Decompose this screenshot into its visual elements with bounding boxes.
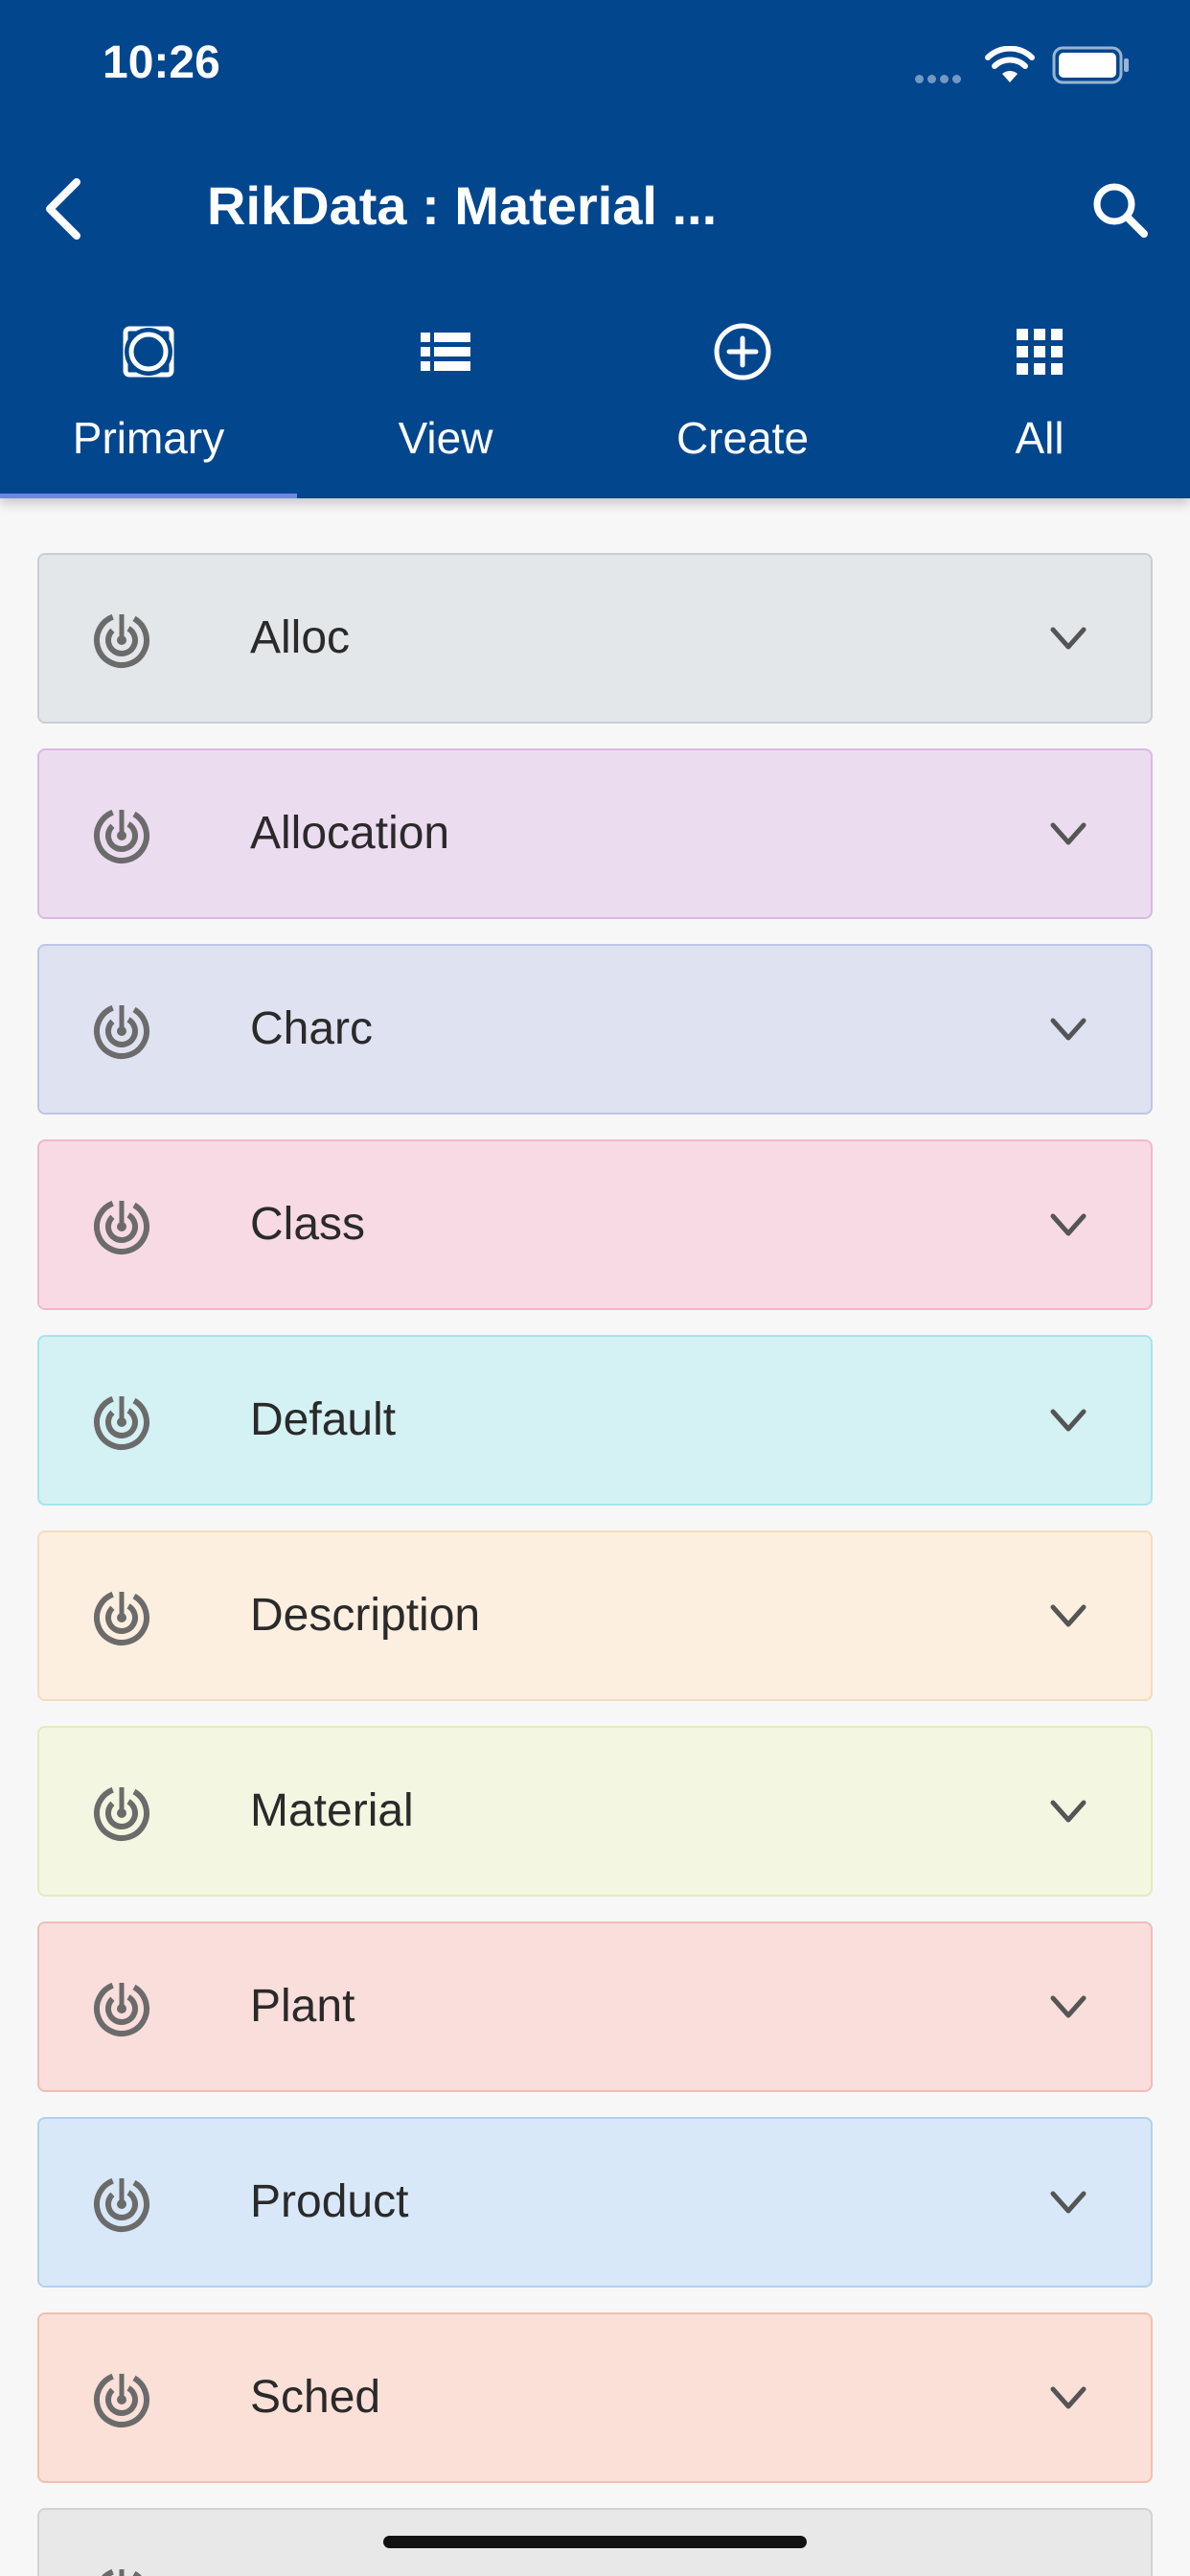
- accordion-section[interactable]: Default: [37, 1335, 1153, 1506]
- selected-tab-indicator: [0, 494, 297, 498]
- accordion-section[interactable]: Alloc: [37, 553, 1153, 724]
- chevron-down-icon: [1050, 1213, 1087, 1236]
- radar-icon: [94, 1981, 149, 2036]
- search-button[interactable]: [1083, 172, 1159, 249]
- grid-icon: [1017, 329, 1063, 375]
- chevron-down-icon: [1050, 1409, 1087, 1432]
- section-label: Plant: [250, 1981, 355, 2032]
- cellular-signal-icon: [915, 71, 965, 88]
- section-label: Sched: [250, 2372, 381, 2423]
- section-label: Default: [250, 1394, 397, 1445]
- title-row: RikData : Material ...: [0, 144, 1190, 273]
- tab-view[interactable]: View: [297, 307, 594, 498]
- chevron-down-icon: [1050, 1604, 1087, 1627]
- list-icon: [421, 333, 470, 371]
- section-label: Class: [250, 1199, 366, 1250]
- home-indicator: [383, 2536, 807, 2548]
- radar-icon: [94, 2176, 149, 2232]
- section-label: Allocation: [250, 808, 450, 859]
- tab-label: View: [398, 413, 493, 463]
- section-label: Description: [250, 1590, 481, 1641]
- radar-icon: [94, 1199, 149, 1254]
- chevron-down-icon: [1050, 822, 1087, 845]
- chevron-down-icon: [1050, 2386, 1087, 2409]
- accordion-section[interactable]: Material: [37, 1726, 1153, 1897]
- accordion-section[interactable]: Product: [37, 2117, 1153, 2288]
- chevron-down-icon: [1050, 1995, 1087, 2018]
- radar-icon: [94, 1590, 149, 1645]
- tab-all[interactable]: All: [891, 307, 1188, 498]
- tab-primary[interactable]: Primary: [0, 307, 297, 498]
- accordion-section[interactable]: Allocation: [37, 748, 1153, 919]
- search-icon: [1093, 183, 1148, 238]
- section-label: Charc: [250, 1003, 374, 1054]
- target-square-icon: [123, 326, 174, 378]
- tab-label: All: [1015, 413, 1064, 463]
- section-label: Material: [250, 1785, 414, 1836]
- tab-label: Primary: [72, 413, 225, 463]
- chevron-down-icon: [1050, 627, 1087, 650]
- page-title: RikData : Material ...: [207, 175, 718, 236]
- plus-circle-icon: [714, 323, 771, 380]
- tab-bar: Primary View Create All: [0, 307, 1190, 498]
- accordion-section[interactable]: Description: [37, 1530, 1153, 1701]
- accordion-section[interactable]: Class: [37, 1139, 1153, 1310]
- radar-icon: [94, 2567, 149, 2576]
- radar-icon: [94, 808, 149, 863]
- radar-icon: [94, 1003, 149, 1059]
- accordion-section[interactable]: Sched: [37, 2312, 1153, 2483]
- app-header: 10:26 RikData : Material ... Primary Vie…: [0, 0, 1190, 498]
- chevron-down-icon: [1050, 1800, 1087, 1823]
- radar-icon: [94, 612, 149, 668]
- tab-label: Create: [675, 413, 810, 463]
- chevron-left-icon: [46, 178, 80, 240]
- section-label: Alloc: [250, 612, 351, 663]
- status-bar: 10:26: [0, 0, 1190, 129]
- accordion-section[interactable]: Plant: [37, 1921, 1153, 2092]
- radar-icon: [94, 2372, 149, 2427]
- radar-icon: [94, 1785, 149, 1841]
- section-list: Alloc Allocation Charc Class Default Descript…: [0, 498, 1190, 2576]
- chevron-down-icon: [1050, 2191, 1087, 2214]
- chevron-down-icon: [1050, 1018, 1087, 1041]
- status-time: 10:26: [103, 37, 220, 88]
- wifi-icon: [985, 46, 1035, 82]
- tab-create[interactable]: Create: [594, 307, 891, 498]
- section-label: Product: [250, 2176, 409, 2227]
- accordion-section[interactable]: Charc: [37, 944, 1153, 1115]
- radar-icon: [94, 1394, 149, 1450]
- battery-icon: [1052, 46, 1129, 84]
- back-button[interactable]: [29, 171, 105, 247]
